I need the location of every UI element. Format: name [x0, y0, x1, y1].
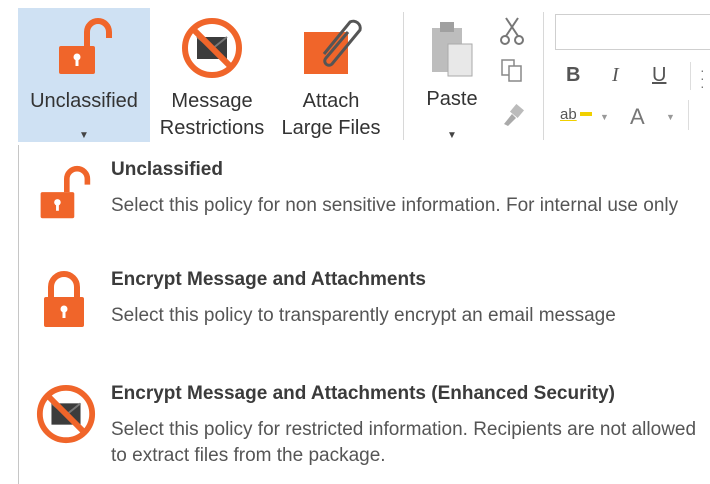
- clipboard-paste-icon: [432, 22, 473, 77]
- menu-item-description: Select this policy for non sensitive inf…: [111, 195, 679, 216]
- cut-icon[interactable]: [498, 16, 526, 46]
- attach-label-line1: Attach: [302, 90, 360, 112]
- menu-item-title: Encrypt Message and Attachments (Enhance…: [111, 383, 615, 404]
- font-name-input[interactable]: [555, 14, 710, 50]
- paste-label: Paste: [426, 88, 478, 110]
- message-restrictions-label-line2: Restrictions: [159, 117, 265, 139]
- paperclip-attachment-icon: [304, 19, 362, 74]
- menu-item-description: Select this policy to transparently encr…: [111, 305, 616, 326]
- text-highlight-button[interactable]: ab: [560, 106, 577, 123]
- underline-button[interactable]: U: [652, 64, 666, 87]
- font-color-button[interactable]: A: [630, 104, 645, 130]
- paste-button[interactable]: Paste ▼: [412, 8, 492, 142]
- paste-dropdown-icon[interactable]: ▼: [447, 130, 457, 141]
- message-restrictions-label-line1: Message: [171, 90, 253, 112]
- unclassified-button[interactable]: Unclassified ▼: [18, 8, 150, 142]
- toolbar-separator: [690, 62, 691, 90]
- menu-item-encrypt[interactable]: Encrypt Message and Attachments Select t…: [19, 263, 709, 363]
- menu-item-title: Encrypt Message and Attachments: [111, 269, 426, 290]
- classification-dropdown-menu: Unclassified Select this policy for non …: [18, 145, 710, 484]
- attach-label-line2: Large Files: [281, 117, 381, 139]
- more-options-icon[interactable]: · · ·: [700, 63, 705, 93]
- menu-item-unclassified[interactable]: Unclassified Select this policy for non …: [19, 153, 709, 253]
- font-color-dropdown-icon[interactable]: ▼: [666, 112, 675, 122]
- italic-button[interactable]: I: [612, 64, 619, 87]
- copy-icon[interactable]: [500, 58, 524, 84]
- attach-large-files-button[interactable]: Attach Large Files: [272, 8, 390, 142]
- locked-padlock-icon: [44, 271, 84, 327]
- unclassified-label: Unclassified: [30, 90, 138, 112]
- restricted-envelope-icon: [182, 18, 242, 78]
- restricted-envelope-icon: [36, 384, 96, 444]
- unlocked-padlock-icon: [59, 18, 112, 74]
- format-painter-icon[interactable]: [500, 104, 524, 128]
- menu-item-enhanced-security[interactable]: Encrypt Message and Attachments (Enhance…: [19, 377, 709, 477]
- group-separator: [403, 12, 404, 140]
- bold-button[interactable]: B: [566, 64, 580, 87]
- highlight-color-swatch: [580, 112, 592, 116]
- message-restrictions-button[interactable]: Message Restrictions: [152, 8, 272, 142]
- menu-item-title: Unclassified: [111, 159, 223, 180]
- menu-item-description: Select this policy for restricted inform…: [111, 419, 697, 466]
- dropdown-caret-icon[interactable]: ▼: [79, 130, 89, 141]
- group-separator: [543, 12, 544, 140]
- unlocked-padlock-icon: [40, 165, 91, 219]
- highlight-dropdown-icon[interactable]: ▼: [600, 112, 609, 122]
- message-restrictions-label: Message Restrictions: [152, 88, 272, 142]
- toolbar-separator: [688, 100, 689, 130]
- ribbon: Unclassified ▼ Message Restrictions Atta…: [0, 0, 710, 145]
- attach-large-files-label: Attach Large Files: [272, 88, 390, 142]
